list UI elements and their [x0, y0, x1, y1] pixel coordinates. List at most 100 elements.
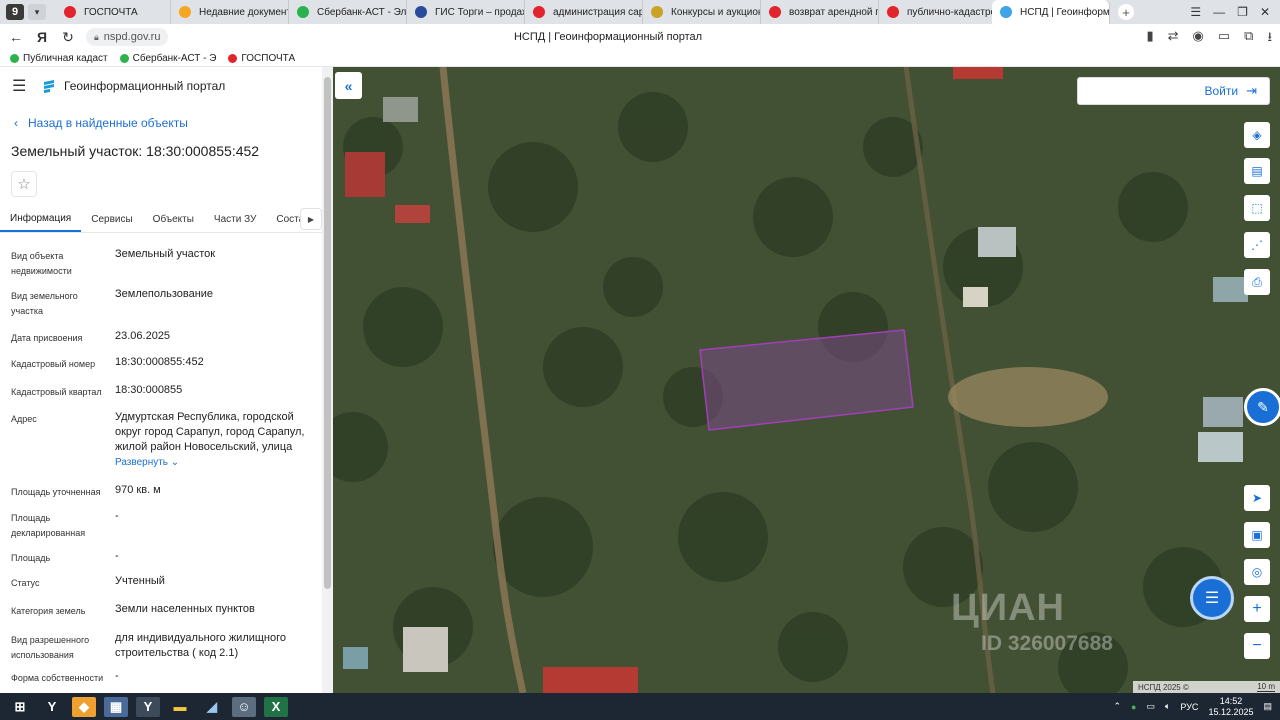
tab-label: НСПД | Геоинформ	[1020, 6, 1110, 18]
map-view[interactable]: « Войти ⇥ ◈ ▤ ⬚ ⋰ ⎙ ✎ ➤ ▣ ◎ ☰ + − ЦИАН I…	[333, 67, 1280, 693]
yandex-browser-icon[interactable]: Y	[136, 696, 160, 717]
tab-favicon-icon	[297, 6, 309, 18]
bookmark-favicon-icon	[228, 53, 238, 63]
watermark-id: ID 326007688	[981, 632, 1113, 655]
new-tab-icon[interactable]: +	[1118, 4, 1134, 20]
info-tab[interactable]: Сервисы	[81, 207, 142, 232]
back-arrow-icon[interactable]: ←	[6, 27, 26, 47]
panel-scrollbar[interactable]	[322, 67, 333, 693]
chat-icon[interactable]: ☰	[1190, 576, 1234, 620]
back-label: Назад в найденные объекты	[28, 116, 188, 130]
hamburger-menu-icon[interactable]: ☰	[12, 76, 30, 96]
property-label: Дата присвоения	[11, 333, 83, 343]
bookmark-label: Сбербанк-АСТ - Э	[132, 52, 217, 64]
feedback-icon[interactable]: ✎	[1244, 388, 1280, 426]
property-label: Кадастровый номер	[11, 359, 96, 369]
yandex-icon[interactable]: Я	[32, 27, 52, 47]
print-icon[interactable]: ⎙	[1244, 269, 1270, 295]
close-window-icon[interactable]: ✕	[1260, 5, 1270, 19]
tab-active[interactable]: НСПД | Геоинформ ✕	[992, 0, 1110, 24]
scrollbar-thumb[interactable]	[324, 77, 331, 589]
app-orange-icon[interactable]: ◆	[72, 696, 96, 717]
info-tab[interactable]: Информация	[0, 207, 82, 232]
app-photo-icon[interactable]: ☺	[232, 696, 256, 717]
browser-tab[interactable]: ГОСПОЧТА	[56, 0, 171, 24]
file-explorer-icon[interactable]: ▬	[168, 697, 192, 717]
share-icon[interactable]: ⋰	[1244, 232, 1270, 258]
reload-icon[interactable]: ↻	[58, 27, 78, 47]
browser-tab[interactable]: возврат арендной пл	[761, 0, 879, 24]
tab-favicon-icon	[887, 6, 899, 18]
bookmarks-bar: Публичная кадаст Сбербанк-АСТ - Э ГОСПОЧТА	[0, 50, 1280, 67]
bookmark-item[interactable]: Сбербанк-АСТ - Э	[119, 52, 217, 64]
browser-tab[interactable]: Недавние документы	[171, 0, 289, 24]
extension-icon[interactable]: ◉	[1193, 28, 1204, 50]
reader-icon[interactable]: ▭	[1218, 28, 1230, 50]
tab-count-badge[interactable]: 9	[6, 4, 24, 20]
property-label: Форма собственности	[11, 673, 104, 683]
app-notebook-icon[interactable]: ◢	[200, 697, 224, 717]
minimap-icon[interactable]: ▣	[1244, 522, 1270, 548]
restore-icon[interactable]: ❐	[1237, 5, 1248, 19]
expand-label: Развернуть	[115, 457, 169, 468]
zoom-out-icon[interactable]: −	[1244, 633, 1270, 659]
tray-arrow-icon[interactable]: ⌃	[1114, 701, 1122, 712]
windows-start-icon[interactable]: ⊞	[8, 697, 32, 717]
download-icon[interactable]: ⭳	[1267, 28, 1272, 50]
tabs-scroll-right-icon[interactable]: ▶	[300, 208, 322, 230]
select-area-icon[interactable]: ⬚	[1244, 195, 1270, 221]
browser-tab[interactable]: Сбербанк-АСТ - Элект	[289, 0, 407, 24]
layers-icon[interactable]: ◈	[1244, 122, 1270, 148]
portal-name: Геоинформационный портал	[64, 79, 226, 93]
scale-label: 10 m	[1257, 682, 1275, 692]
translate-icon[interactable]: ⇄	[1168, 28, 1179, 50]
app-blue-icon[interactable]: ▦	[104, 696, 128, 717]
excel-icon[interactable]: X	[264, 696, 288, 717]
browser-tab[interactable]: администрация сарап	[525, 0, 643, 24]
property-value: Земли населенных пунктов	[115, 603, 255, 615]
share-icon[interactable]: ⧉	[1244, 28, 1253, 50]
property-label: Площадь	[11, 553, 51, 563]
network-icon[interactable]: ▭	[1146, 701, 1155, 712]
property-label: Кадастровый квартал	[11, 387, 102, 397]
info-tab[interactable]: Части ЗУ	[204, 207, 266, 232]
address-actions: ▮ ⇄ ◉ ▭ ⧉ ⭳	[1146, 28, 1272, 50]
clock[interactable]: 14:52 15.12.2025	[1208, 696, 1253, 718]
property-value: Земельный участок	[115, 248, 216, 260]
notifications-icon[interactable]: ▤	[1263, 701, 1272, 712]
url-field[interactable]: 🔒︎ nspd.gov.ru	[86, 28, 169, 46]
property-label: Статус	[11, 578, 40, 588]
browser-tab[interactable]: Конкурсы и аукционы	[643, 0, 761, 24]
yandex-app-icon[interactable]: Y	[40, 697, 64, 717]
info-tab[interactable]: Объекты	[143, 207, 204, 232]
geo-search-icon[interactable]: ◎	[1244, 559, 1270, 585]
satellite-imagery	[333, 67, 1280, 693]
bookmark-item[interactable]: Публичная кадаст	[10, 53, 108, 64]
minimize-icon[interactable]: —	[1213, 5, 1225, 19]
property-label: Адрес	[11, 414, 37, 424]
tab-label: возврат арендной пл	[789, 6, 879, 18]
back-to-results-link[interactable]: ‹ Назад в найденные объекты	[14, 116, 188, 130]
antivirus-icon[interactable]: ●	[1131, 702, 1136, 712]
tab-favicon-icon	[651, 6, 663, 18]
page-title: НСПД | Геоинформационный портал	[513, 31, 703, 43]
volume-icon[interactable]: 🔈︎	[1165, 701, 1170, 712]
collapse-panel-icon[interactable]: «	[335, 72, 362, 99]
expand-address-link[interactable]: Развернуть ⌄	[115, 457, 179, 468]
tab-strip: ГОСПОЧТА Недавние документы Сбербанк-АСТ -…	[56, 0, 997, 24]
browser-tab[interactable]: ГИС Торги – продажа	[407, 0, 525, 24]
login-button[interactable]: Войти ⇥	[1077, 77, 1270, 105]
bookmark-icon[interactable]: ▮	[1146, 28, 1153, 50]
locate-icon[interactable]: ➤	[1244, 485, 1270, 511]
menu-icon[interactable]: ☰	[1190, 5, 1201, 19]
browser-tab[interactable]: публично-кадастров	[879, 0, 997, 24]
browser-tab-bar: 9 ▾ ГОСПОЧТА Недавние документы Сбербанк-А…	[0, 0, 1280, 24]
window-controls: ☰ — ❐ ✕	[1190, 0, 1280, 24]
tab-menu-icon[interactable]: ▾	[28, 4, 46, 20]
zoom-in-icon[interactable]: +	[1244, 596, 1270, 622]
bookmark-item[interactable]: ГОСПОЧТА	[228, 53, 295, 64]
tab-favicon-icon	[533, 6, 545, 18]
favorite-star-icon[interactable]: ☆	[11, 171, 37, 197]
language-indicator[interactable]: РУС	[1180, 702, 1198, 712]
ruler-icon[interactable]: ▤	[1244, 158, 1270, 184]
